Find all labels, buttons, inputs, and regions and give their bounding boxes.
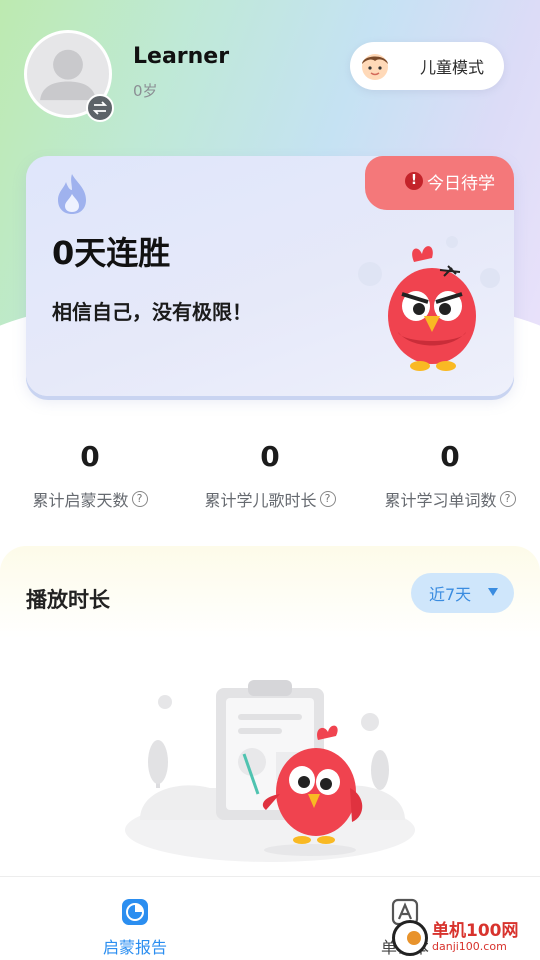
chevron-down-icon xyxy=(488,588,498,596)
stat-label: 累计学儿歌时长 xyxy=(204,491,317,510)
help-icon[interactable]: ? xyxy=(319,491,336,507)
kids-mode-button[interactable]: 儿童模式 xyxy=(350,42,504,90)
watermark-name: 单机100网 xyxy=(432,921,519,942)
nav-item-label: 启蒙报告 xyxy=(102,938,167,957)
pie-chart-icon xyxy=(122,899,148,925)
angry-bird-mascot-icon xyxy=(358,236,500,371)
kid-face-icon xyxy=(362,54,388,80)
range-select-value: 近7天 xyxy=(429,585,472,604)
nav-item-report[interactable]: 启蒙报告 xyxy=(85,898,185,958)
stat-words-learned: 0 累计学习单词数 ? xyxy=(360,440,540,511)
help-icon[interactable]: ? xyxy=(499,491,516,507)
switch-account-icon[interactable] xyxy=(86,94,114,122)
watermark-logo-icon xyxy=(392,920,428,956)
kids-mode-label: 儿童模式 xyxy=(420,58,485,77)
playtime-title: 播放时长 xyxy=(26,588,110,612)
stat-song-duration: 0 累计学儿歌时长 ? xyxy=(180,440,360,511)
stat-value: 0 xyxy=(260,440,280,473)
alert-icon: ! xyxy=(405,172,423,190)
help-icon[interactable]: ? xyxy=(131,491,148,507)
flame-icon xyxy=(58,174,86,214)
user-age: 0岁 xyxy=(133,82,158,100)
stat-label: 累计启蒙天数 xyxy=(32,491,129,510)
streak-count: 0天连胜 xyxy=(52,234,171,272)
watermark: 单机100网 danji100.com xyxy=(392,916,540,960)
stat-value: 0 xyxy=(80,440,100,473)
today-pending-badge[interactable]: ! 今日待学 xyxy=(365,156,514,210)
watermark-url: danji100.com xyxy=(432,940,507,954)
stat-value: 0 xyxy=(440,440,460,473)
empty-state-illustration xyxy=(125,680,415,862)
range-select[interactable]: 近7天 xyxy=(411,573,514,613)
stat-label: 累计学习单词数 xyxy=(384,491,497,510)
stat-enlightenment-days: 0 累计启蒙天数 ? xyxy=(0,440,180,511)
user-name: Learner xyxy=(133,44,230,69)
streak-motto: 相信自己，没有极限！ xyxy=(52,300,252,324)
today-pending-label: 今日待学 xyxy=(427,174,495,194)
